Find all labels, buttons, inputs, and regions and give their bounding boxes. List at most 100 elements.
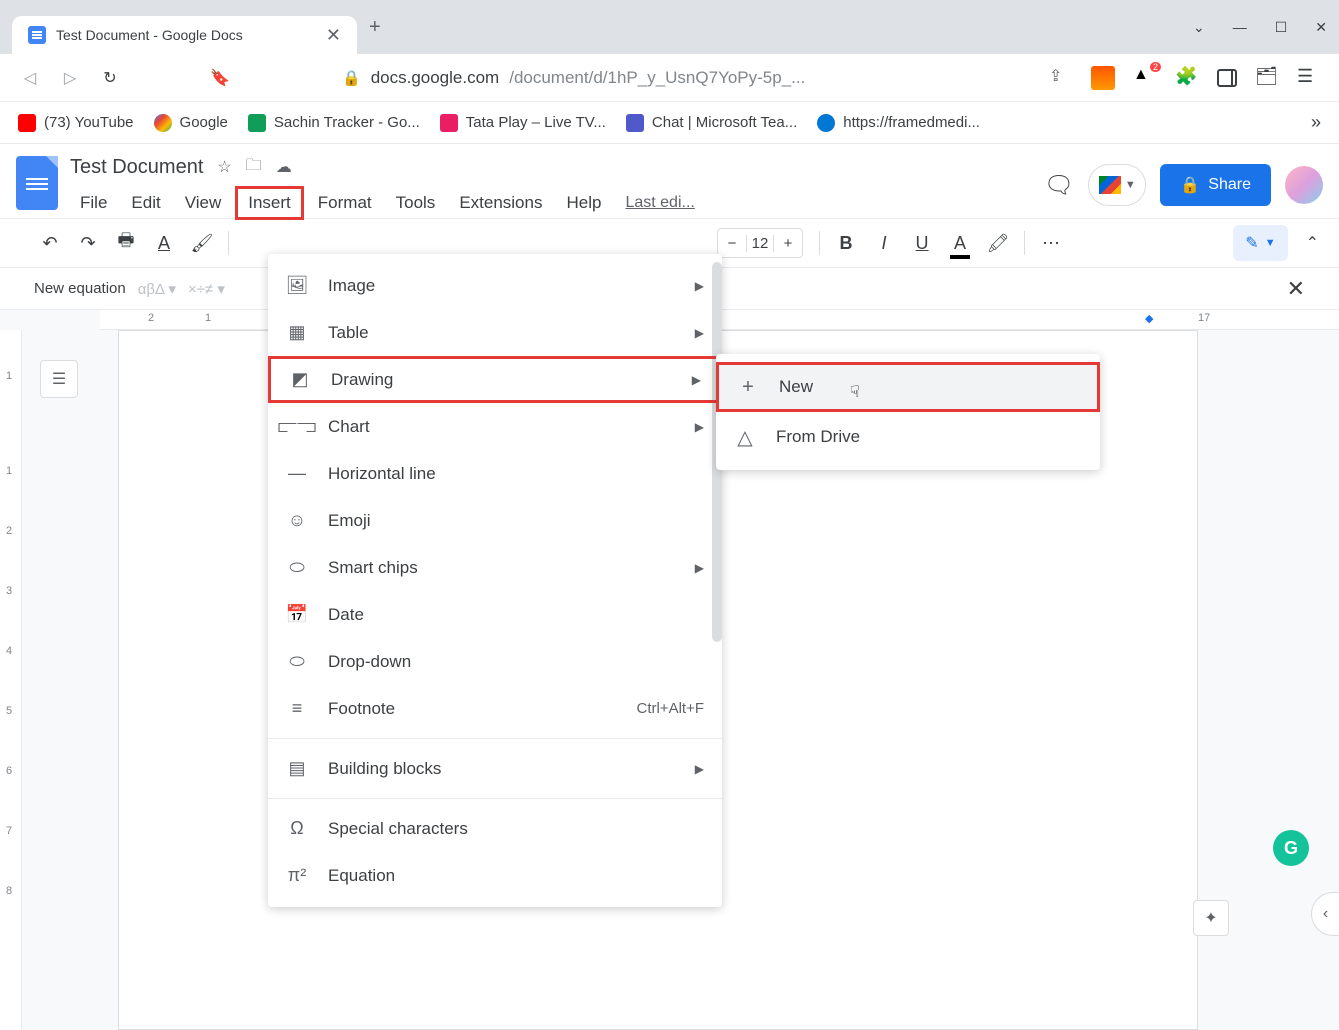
star-icon[interactable]: ☆ bbox=[217, 157, 231, 177]
browser-menu-icon[interactable]: ☰ bbox=[1297, 66, 1321, 90]
new-equation-button[interactable]: New equation bbox=[34, 280, 126, 297]
comments-icon[interactable]: 🗨 bbox=[1044, 171, 1074, 200]
onedrive-icon bbox=[817, 114, 835, 132]
url-field[interactable]: 🔒 docs.google.com/document/d/1hP_y_UsnQ7… bbox=[328, 60, 888, 96]
more-tools-button[interactable]: ⋯ bbox=[1035, 227, 1067, 259]
close-tab-icon[interactable]: ✕ bbox=[326, 25, 341, 46]
insert-equation[interactable]: π²Equation bbox=[268, 852, 722, 899]
font-size-dec[interactable]: − bbox=[718, 235, 746, 252]
close-window-icon[interactable]: ✕ bbox=[1315, 19, 1327, 36]
menu-tools[interactable]: Tools bbox=[386, 189, 446, 217]
menu-edit[interactable]: Edit bbox=[121, 189, 170, 217]
insert-emoji[interactable]: ☺Emoji bbox=[268, 497, 722, 544]
insert-drawing[interactable]: ◩Drawing▶ bbox=[268, 356, 722, 403]
emoji-icon: ☺ bbox=[286, 510, 308, 532]
document-outline-button[interactable]: ☰ bbox=[40, 360, 78, 398]
cloud-status-icon[interactable]: ☁ bbox=[276, 157, 292, 177]
sidepanel-icon[interactable] bbox=[1217, 69, 1237, 87]
menu-view[interactable]: View bbox=[175, 189, 232, 217]
move-folder-icon[interactable]: 🗀 bbox=[246, 154, 262, 181]
new-tab-button[interactable]: + bbox=[369, 16, 381, 39]
highlight-button[interactable]: 🖍 bbox=[982, 227, 1014, 259]
explore-button[interactable]: ✦ bbox=[1193, 900, 1229, 936]
bookmarks-overflow-icon[interactable]: » bbox=[1311, 112, 1321, 133]
bookmark-youtube[interactable]: (73) YouTube bbox=[18, 114, 134, 132]
insert-date[interactable]: 📅Date bbox=[268, 591, 722, 638]
editing-mode-button[interactable]: ✎ ▼ bbox=[1233, 225, 1287, 261]
back-button[interactable]: ◁ bbox=[18, 66, 42, 90]
insert-menu-dropdown: 🖼Image▶ ▦Table▶ ◩Drawing▶ ⫍⫎Chart▶ —Hori… bbox=[268, 254, 722, 907]
drawing-from-drive[interactable]: △From Drive bbox=[716, 412, 1100, 462]
font-size-value[interactable]: 12 bbox=[746, 235, 774, 252]
chevron-right-icon: ▶ bbox=[695, 561, 704, 575]
teams-icon bbox=[626, 114, 644, 132]
minimize-icon[interactable]: — bbox=[1233, 19, 1247, 36]
drawing-submenu: +New △From Drive bbox=[716, 354, 1100, 470]
url-host: docs.google.com bbox=[371, 68, 500, 88]
insert-smart-chips[interactable]: ⬭Smart chips▶ bbox=[268, 544, 722, 591]
insert-footnote[interactable]: ≡FootnoteCtrl+Alt+F bbox=[268, 685, 722, 732]
bookmark-google[interactable]: Google bbox=[154, 114, 228, 132]
drawing-new[interactable]: +New bbox=[716, 362, 1100, 412]
spellcheck-button[interactable]: A bbox=[148, 227, 180, 259]
hr-icon: — bbox=[286, 463, 308, 485]
browser-tab[interactable]: Test Document - Google Docs ✕ bbox=[12, 16, 357, 54]
image-icon: 🖼 bbox=[286, 275, 308, 297]
bookmark-sheets[interactable]: Sachin Tracker - Go... bbox=[248, 114, 420, 132]
italic-button[interactable]: I bbox=[868, 227, 900, 259]
eq-ops-icon[interactable]: ×÷≠ ▾ bbox=[188, 280, 225, 298]
meet-icon bbox=[1099, 176, 1121, 194]
maximize-icon[interactable]: ☐ bbox=[1275, 19, 1288, 36]
date-icon: 📅 bbox=[286, 604, 308, 626]
insert-chart[interactable]: ⫍⫎Chart▶ bbox=[268, 403, 722, 450]
insert-image[interactable]: 🖼Image▶ bbox=[268, 262, 722, 309]
menu-insert[interactable]: Insert bbox=[235, 186, 304, 220]
last-edit-link[interactable]: Last edi... bbox=[625, 194, 694, 212]
bookmark-onedrive[interactable]: https://framedmedi... bbox=[817, 114, 980, 132]
redo-button[interactable]: ↷ bbox=[72, 227, 104, 259]
blocks-icon: ▤ bbox=[286, 758, 308, 780]
insert-special-chars[interactable]: ΩSpecial characters bbox=[268, 805, 722, 852]
menu-file[interactable]: File bbox=[70, 189, 117, 217]
insert-dropdown[interactable]: ⬭Drop-down bbox=[268, 638, 722, 685]
font-size-inc[interactable]: + bbox=[774, 235, 802, 252]
bookmark-tata[interactable]: Tata Play – Live TV... bbox=[440, 114, 606, 132]
collapse-toolbar-icon[interactable]: ⌃ bbox=[1306, 233, 1319, 253]
eq-greek-icon[interactable]: αβΔ ▾ bbox=[138, 280, 176, 298]
docs-logo-icon[interactable] bbox=[16, 156, 58, 210]
extensions-icon[interactable]: 🧩 bbox=[1175, 66, 1199, 90]
forward-button[interactable]: ▷ bbox=[58, 66, 82, 90]
meet-button[interactable]: ▼ bbox=[1088, 164, 1146, 206]
grammarly-icon[interactable]: G bbox=[1273, 830, 1309, 866]
account-avatar[interactable] bbox=[1285, 166, 1323, 204]
vertical-ruler[interactable]: 1 1 2 3 4 5 6 7 8 bbox=[0, 330, 22, 1030]
menu-extensions[interactable]: Extensions bbox=[449, 189, 552, 217]
undo-button[interactable]: ↶ bbox=[34, 227, 66, 259]
menu-format[interactable]: Format bbox=[308, 189, 382, 217]
wallet-icon[interactable]: 🗂 bbox=[1255, 66, 1279, 90]
chevron-down-icon[interactable]: ⌄ bbox=[1193, 19, 1205, 36]
paint-format-button[interactable]: 🖌 bbox=[186, 227, 218, 259]
brave-icon[interactable] bbox=[1091, 66, 1115, 90]
brave-shield-icon[interactable]: 2▲ bbox=[1133, 66, 1157, 90]
chip-icon: ⬭ bbox=[286, 557, 308, 579]
reload-button[interactable]: ↻ bbox=[98, 66, 122, 90]
share-url-icon[interactable]: ⇪ bbox=[1049, 66, 1073, 90]
chevron-right-icon: ▶ bbox=[695, 279, 704, 293]
tataplay-icon bbox=[440, 114, 458, 132]
insert-building-blocks[interactable]: ▤Building blocks▶ bbox=[268, 745, 722, 792]
document-title[interactable]: Test Document bbox=[70, 156, 203, 179]
print-button[interactable]: 🖶 bbox=[110, 227, 142, 259]
bold-button[interactable]: B bbox=[830, 227, 862, 259]
underline-button[interactable]: U bbox=[906, 227, 938, 259]
close-equation-bar-icon[interactable]: ✕ bbox=[1287, 276, 1305, 302]
menu-help[interactable]: Help bbox=[556, 189, 611, 217]
insert-hr[interactable]: —Horizontal line bbox=[268, 450, 722, 497]
docs-favicon-icon bbox=[28, 26, 46, 44]
share-button[interactable]: 🔒Share bbox=[1160, 164, 1271, 206]
bookmark-teams[interactable]: Chat | Microsoft Tea... bbox=[626, 114, 797, 132]
insert-table[interactable]: ▦Table▶ bbox=[268, 309, 722, 356]
text-color-button[interactable]: A bbox=[944, 227, 976, 259]
footnote-icon: ≡ bbox=[286, 698, 308, 720]
bookmark-page-icon[interactable]: 🔖 bbox=[208, 66, 232, 90]
